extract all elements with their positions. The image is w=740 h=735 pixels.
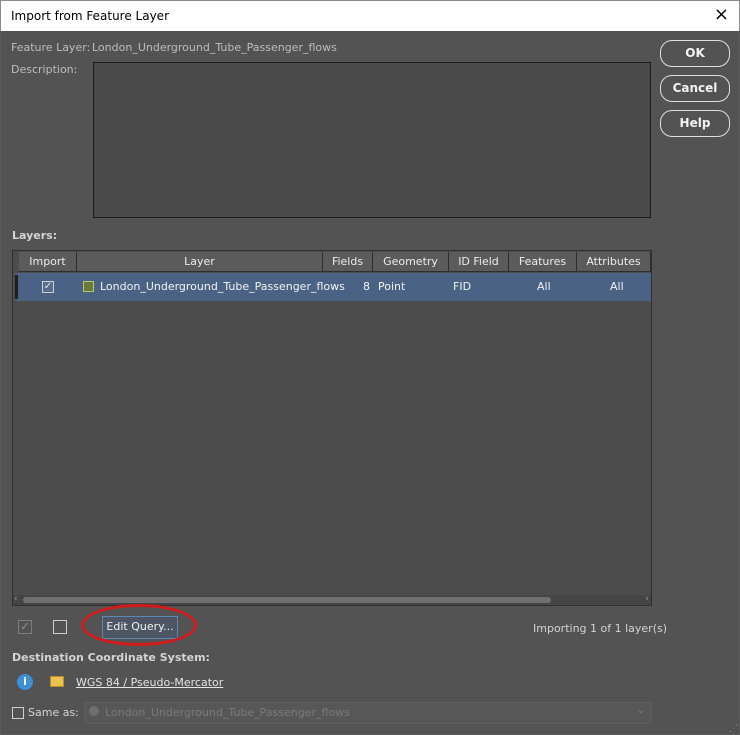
- layer-name: London_Underground_Tube_Passenger_flows: [100, 280, 345, 293]
- uncheck-all-checkbox[interactable]: [53, 620, 67, 634]
- column-import[interactable]: Import: [19, 252, 77, 272]
- id-field-value: FID: [453, 280, 472, 293]
- coordinate-system-link[interactable]: WGS 84 / Pseudo-Mercator: [76, 676, 223, 689]
- import-checkbox[interactable]: ✓: [42, 281, 54, 293]
- close-icon[interactable]: ×: [714, 5, 729, 25]
- feature-layer-label: Feature Layer:: [11, 41, 91, 54]
- ok-button[interactable]: OK: [660, 40, 730, 67]
- check-all-checkbox[interactable]: ✓: [18, 620, 32, 634]
- point-layer-icon: [83, 281, 94, 292]
- title-bar: Import from Feature Layer ×: [0, 0, 740, 31]
- description-box: [93, 62, 651, 218]
- row-selector: [15, 275, 18, 299]
- column-layer[interactable]: Layer: [77, 252, 323, 272]
- resize-grip-icon[interactable]: ⋰: [729, 724, 738, 734]
- chevron-down-icon: ⌄: [636, 705, 645, 716]
- feature-layer-value: London_Underground_Tube_Passenger_flows: [92, 41, 337, 54]
- column-attributes[interactable]: Attributes: [577, 252, 651, 272]
- same-as-dropdown[interactable]: London_Underground_Tube_Passenger_flows …: [84, 702, 652, 724]
- same-as-value: London_Underground_Tube_Passenger_flows: [105, 706, 350, 719]
- attributes-value: All: [610, 280, 624, 293]
- horizontal-scrollbar[interactable]: ‹ ›: [13, 594, 651, 605]
- scrollbar-thumb[interactable]: [23, 597, 551, 603]
- column-features[interactable]: Features: [509, 252, 577, 272]
- same-as-label: Same as:: [28, 706, 79, 719]
- description-label: Description:: [11, 63, 78, 76]
- geometry-value: Point: [378, 280, 406, 293]
- same-as-checkbox[interactable]: [12, 707, 24, 719]
- cancel-button[interactable]: Cancel: [660, 75, 730, 102]
- destination-label: Destination Coordinate System:: [12, 651, 210, 664]
- scroll-left-icon[interactable]: ‹: [14, 594, 18, 604]
- import-status: Importing 1 of 1 layer(s): [533, 622, 668, 635]
- highlight-annotation: [81, 604, 197, 646]
- column-fields[interactable]: Fields: [323, 252, 373, 272]
- help-button[interactable]: Help: [660, 110, 730, 137]
- scroll-right-icon[interactable]: ›: [645, 594, 649, 604]
- table-row[interactable]: ✓ London_Underground_Tube_Passenger_flow…: [15, 273, 651, 301]
- globe-icon: [89, 706, 99, 716]
- folder-icon[interactable]: [50, 676, 64, 687]
- window-title: Import from Feature Layer: [11, 9, 169, 23]
- layers-table[interactable]: Import Layer Fields Geometry ID Field Fe…: [12, 250, 652, 606]
- layers-label: Layers:: [12, 229, 58, 242]
- fields-count: 8: [363, 280, 370, 293]
- column-geometry[interactable]: Geometry: [373, 252, 449, 272]
- features-value: All: [537, 280, 551, 293]
- column-id-field[interactable]: ID Field: [449, 252, 509, 272]
- info-icon[interactable]: i: [17, 674, 33, 690]
